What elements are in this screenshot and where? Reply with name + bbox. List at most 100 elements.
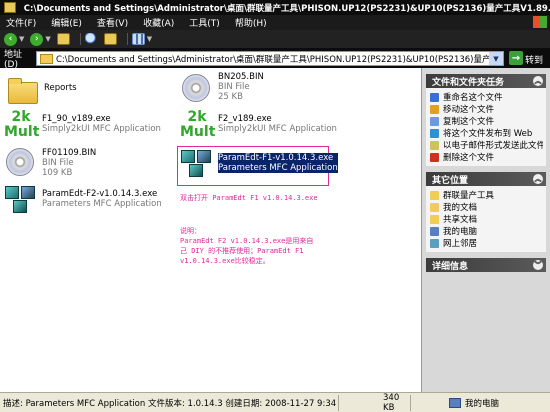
my-computer-icon [430,226,439,236]
file-name: FF01109.BIN [42,148,97,158]
chevron-down-icon: ▼ [45,35,51,43]
file-name: ParamEdt-F2-v1.0.14.3.exe [42,189,158,199]
task-pane: 文件和文件夹任务 ︽ 重命名这个文件 移动这个文件 复制这个文件 将这个文件发布… [422,68,550,392]
task-publish-web[interactable]: 将这个文件发布到 Web [430,127,543,139]
file-item-paramedt-f2[interactable]: ParamEdt-F2-v1.0.14.3.exe Parameters MFC… [4,184,162,218]
back-arrow-icon: ‹ [4,32,17,46]
place-my-computer[interactable]: 我的电脑 [430,225,543,237]
task-rename[interactable]: 重命名这个文件 [430,91,543,103]
title-bar: C:\Documents and Settings\Administrator\… [0,0,550,15]
disc-icon [182,74,210,102]
web-icon [430,128,439,138]
disc-icon [6,148,34,176]
task-email[interactable]: 以电子邮件形式发送此文件 [430,139,543,151]
task-copy[interactable]: 复制这个文件 [430,115,543,127]
folder-icon [8,78,38,104]
toolbar-divider [79,33,81,45]
chevron-down-icon[interactable]: ▼ [489,52,503,65]
file-type: BIN File [218,82,250,92]
menu-bar: 文件(F) 编辑(E) 查看(V) 收藏(A) 工具(T) 帮助(H) [0,15,550,30]
my-documents-icon [430,202,439,212]
move-icon [430,104,439,114]
address-path: C:\Documents and Settings\Administrator\… [56,54,496,65]
file-item-bn205[interactable]: BN205.BIN BIN File 25 KB [180,72,264,106]
place-shared-documents[interactable]: 共享文档 [430,213,543,225]
views-button[interactable]: ▼ [131,33,153,45]
back-button[interactable]: ‹ ▼ [4,32,25,46]
network-icon [430,238,439,248]
shared-documents-icon [430,214,439,224]
parameters-app-icon [5,186,37,216]
file-size: 109 KB [42,168,73,178]
place-my-documents[interactable]: 我的文档 [430,201,543,213]
file-tasks-section: 文件和文件夹任务 ︽ 重命名这个文件 移动这个文件 复制这个文件 将这个文件发布… [426,74,546,166]
menu-help[interactable]: 帮助(H) [235,16,267,29]
collapse-icon[interactable]: ︽ [533,76,543,86]
search-icon [84,33,98,45]
up-folder-icon [56,33,70,45]
menu-file[interactable]: 文件(F) [6,16,36,29]
views-icon [131,33,145,45]
other-places-header[interactable]: 其它位置 ︽ [426,172,546,186]
file-item-ff01109[interactable]: FF01109.BIN BIN File 109 KB [4,146,96,180]
simply2k-app-icon: 2k Mult [4,109,40,140]
delete-icon [430,152,439,162]
file-type: Parameters MFC Application [218,163,338,173]
file-tasks-header[interactable]: 文件和文件夹任务 ︽ [426,74,546,88]
place-network[interactable]: 网上邻居 [430,237,543,249]
status-bar: 描述: Parameters MFC Application 文件版本: 1.0… [0,392,550,412]
file-size: 25 KB [218,92,243,102]
task-move[interactable]: 移动这个文件 [430,103,543,115]
file-item-f1-90[interactable]: 2k Mult F1_90_v189.exe Simply2kUI MFC App… [4,110,161,144]
email-icon [430,140,439,150]
address-input[interactable]: C:\Documents and Settings\Administrator\… [36,51,504,66]
file-name: F2_v189.exe [218,114,272,124]
parameters-app-icon [181,150,213,180]
folder-icon [40,53,53,64]
file-item-f2[interactable]: 2k Mult F2_v189.exe Simply2kUI MFC Applic… [180,110,337,144]
search-button[interactable] [84,33,98,45]
forward-button[interactable]: › ▼ [30,32,51,46]
folder-icon [4,2,16,13]
file-type: Simply2kUI MFC Application [218,124,337,134]
simply2k-app-icon: 2k Mult [180,109,216,140]
file-name: F1_90_v189.exe [42,114,111,124]
menu-tools[interactable]: 工具(T) [189,16,220,29]
expand-icon[interactable]: ︾ [533,260,543,270]
file-type: Simply2kUI MFC Application [42,124,161,134]
address-bar: 地址(D) C:\Documents and Settings\Administ… [0,48,550,70]
up-folder-button[interactable] [56,33,70,45]
menu-view[interactable]: 查看(V) [97,16,128,29]
go-button[interactable]: → [509,51,523,65]
my-computer-icon [449,397,461,408]
note-annotation: 说明： ParamEdt F2 v1.0.14.3.exe是用来自 己 DIY … [180,227,314,265]
copy-icon [430,116,439,126]
status-size: 340 KB [338,393,410,412]
toolbar: ‹ ▼ › ▼ ▼ [0,30,550,48]
task-delete[interactable]: 删除这个文件 [430,151,543,163]
place-phison-folder[interactable]: 群联量产工具 [430,189,543,201]
address-label: 地址(D) [4,49,23,70]
chevron-down-icon: ▼ [19,35,25,43]
menu-edit[interactable]: 编辑(E) [51,16,82,29]
status-location: 我的电脑 [410,394,550,411]
collapse-icon[interactable]: ︽ [533,174,543,184]
folders-button[interactable] [103,33,117,45]
forward-arrow-icon: › [30,32,44,46]
windows-logo-icon [533,16,547,28]
file-name: Reports [44,83,77,93]
go-label[interactable]: 转到 [525,53,543,66]
menu-favorites[interactable]: 收藏(A) [143,16,174,29]
file-item-reports[interactable]: Reports [6,74,77,108]
file-name: BN205.BIN [218,72,264,82]
rename-icon [430,92,439,102]
file-item-paramedt-f1[interactable]: ParamEdt-F1-v1.0.14.3.exe Parameters MFC… [180,148,338,182]
other-places-section: 其它位置 ︽ 群联量产工具 我的文档 共享文档 我的电脑 网上邻居 [426,172,546,252]
details-header[interactable]: 详细信息 ︾ [426,258,546,272]
status-description: 描述: Parameters MFC Application 文件版本: 1.0… [3,398,338,409]
chevron-down-icon: ▼ [146,35,153,43]
folders-icon [103,33,117,45]
file-name: ParamEdt-F1-v1.0.14.3.exe [218,153,338,163]
open-hint-annotation: 双击打开 ParamEdt F1 v1.0.14.3.exe [180,194,318,202]
file-list-pane: Reports BN205.BIN BIN File 25 KB 2k Mult … [0,68,422,392]
